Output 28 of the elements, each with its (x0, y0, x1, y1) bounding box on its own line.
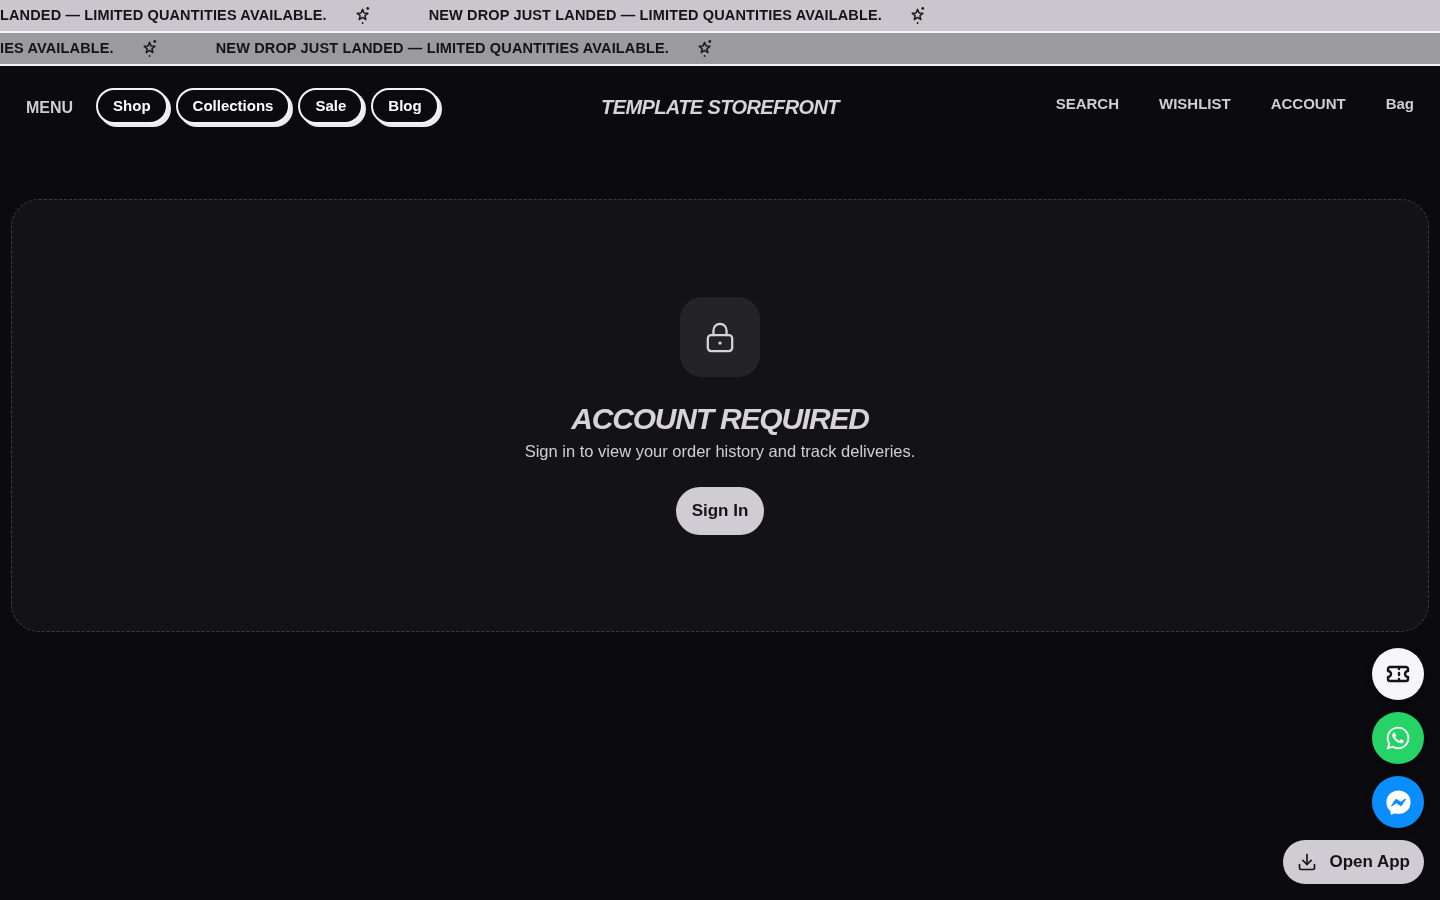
whatsapp-icon (1385, 725, 1411, 751)
store-logo[interactable]: TEMPLATE STOREFRONT (601, 92, 839, 122)
whatsapp-button[interactable] (1372, 712, 1424, 764)
announcement-text: NEW DROP JUST LANDED — LIMITED QUANTITIES AVAILABLE. (428, 5, 882, 25)
account-required-title: ACCOUNT REQUIRED (571, 400, 869, 437)
messenger-button[interactable] (1372, 776, 1424, 828)
ticket-button[interactable] (1372, 648, 1424, 700)
open-app-button[interactable]: Open App (1283, 840, 1424, 884)
header-link[interactable]: Bag (1385, 92, 1414, 116)
header-link[interactable]: WISHLIST (1159, 92, 1231, 116)
announcement-text: IES AVAILABLE. (0, 38, 114, 58)
sparkle-star-icon (354, 6, 372, 25)
sign-in-message: Sign in to view your order history and track deliveries. (524, 440, 916, 462)
sparkle-star-icon (141, 39, 159, 58)
nav-pill[interactable]: Sale (298, 88, 364, 124)
announcement-text: LANDED — LIMITED QUANTITIES AVAILABLE. (0, 5, 327, 25)
download-icon (1297, 852, 1318, 872)
messenger-icon (1385, 789, 1411, 815)
sign-in-button[interactable]: Sign In (675, 486, 765, 535)
nav-pill[interactable]: Shop (96, 88, 168, 124)
lock-icon (680, 296, 760, 377)
menu-button[interactable]: MENU (26, 95, 74, 120)
sparkle-star-icon (909, 6, 927, 25)
header-link[interactable]: SEARCH (1055, 92, 1119, 116)
nav-pill[interactable]: Collections (175, 88, 291, 124)
header-link[interactable]: ACCOUNT (1270, 92, 1346, 116)
nav-pill[interactable]: Blog (371, 88, 439, 124)
announcement-text: NEW DROP JUST LANDED — LIMITED QUANTITIES AVAILABLE. (215, 38, 670, 58)
